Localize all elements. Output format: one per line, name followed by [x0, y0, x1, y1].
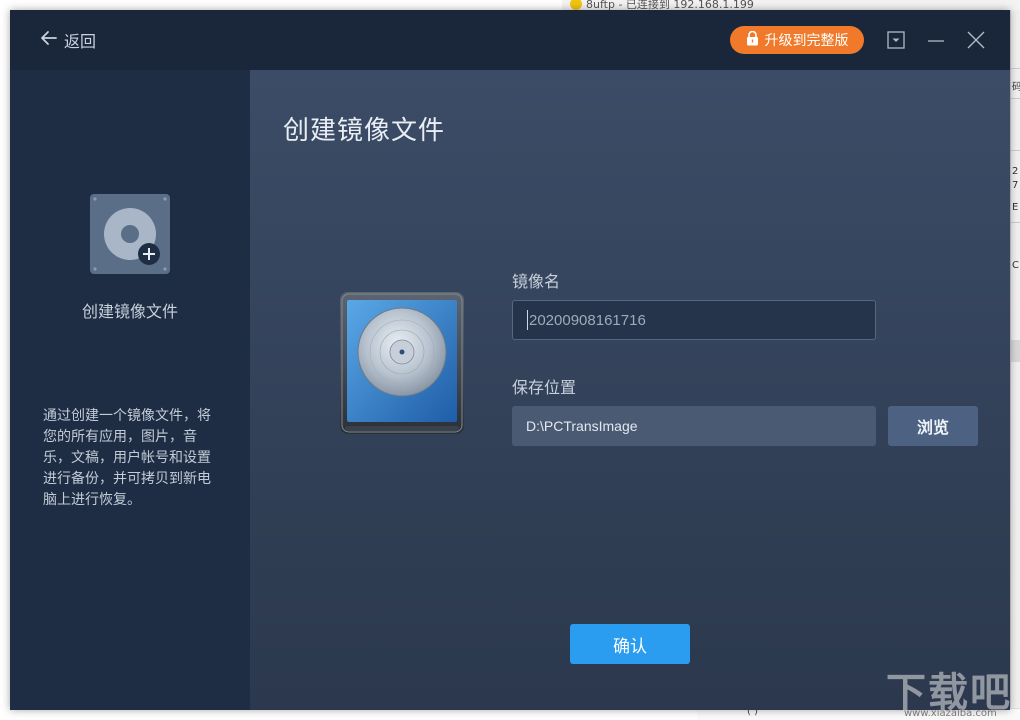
close-button[interactable] [966, 30, 986, 50]
image-name-input[interactable]: 20200908161716 [512, 300, 876, 340]
image-name-value: 20200908161716 [529, 312, 646, 329]
watermark-url: www.xiazaiba.com [904, 708, 997, 719]
background-window-edge: 码 2 7 E C [1010, 10, 1020, 720]
watermark: 下载吧 www.xiazaiba.com [878, 660, 1018, 720]
back-label: 返回 [64, 28, 96, 52]
disc-image-icon [340, 290, 464, 436]
dropdown-icon [886, 35, 906, 54]
upgrade-label: 升级到完整版 [765, 30, 849, 50]
create-image-icon [90, 194, 170, 274]
text-caret [527, 310, 528, 330]
sidebar-description: 通过创建一个镜像文件，将您的所有应用，图片，音乐，文稿，用户帐号和设置进行备份，… [43, 406, 219, 511]
arrow-left-icon [40, 29, 58, 51]
main-panel: 创建镜像文件 [250, 70, 1010, 710]
page-title: 创建镜像文件 [283, 110, 445, 147]
background-fragment: 码 [1012, 78, 1020, 93]
titlebar: 返回 升级到完整版 [10, 10, 1010, 70]
close-icon [966, 35, 986, 54]
save-location-value: D:\PCTransImage [526, 418, 638, 434]
background-window-titlebar: 8uftp - 已连接到 192.168.1.199 [562, 0, 1020, 10]
image-name-label: 镜像名 [512, 268, 560, 292]
background-fragment: 2 [1012, 166, 1018, 177]
background-fragment: 7 [1012, 180, 1018, 191]
lock-icon [746, 31, 759, 50]
app-window: 返回 升级到完整版 [10, 10, 1010, 710]
back-button[interactable]: 返回 [40, 28, 96, 52]
background-window-title: 8uftp - 已连接到 192.168.1.199 [586, 0, 754, 10]
minimize-icon [926, 35, 946, 54]
sidebar: 创建镜像文件 通过创建一个镜像文件，将您的所有应用，图片，音乐，文稿，用户帐号和… [10, 70, 250, 710]
upgrade-button[interactable]: 升级到完整版 [730, 26, 864, 54]
background-fragment: C [1012, 260, 1019, 271]
sidebar-title: 创建镜像文件 [10, 298, 250, 322]
save-location-input[interactable]: D:\PCTransImage [512, 406, 876, 446]
dropdown-menu-button[interactable] [886, 30, 906, 50]
minimize-button[interactable] [926, 30, 946, 50]
background-fragment: E [1012, 202, 1018, 213]
browse-button[interactable]: 浏览 [888, 406, 978, 446]
confirm-button[interactable]: 确认 [570, 624, 690, 664]
save-location-label: 保存位置 [512, 374, 576, 398]
smiley-icon [570, 0, 582, 10]
